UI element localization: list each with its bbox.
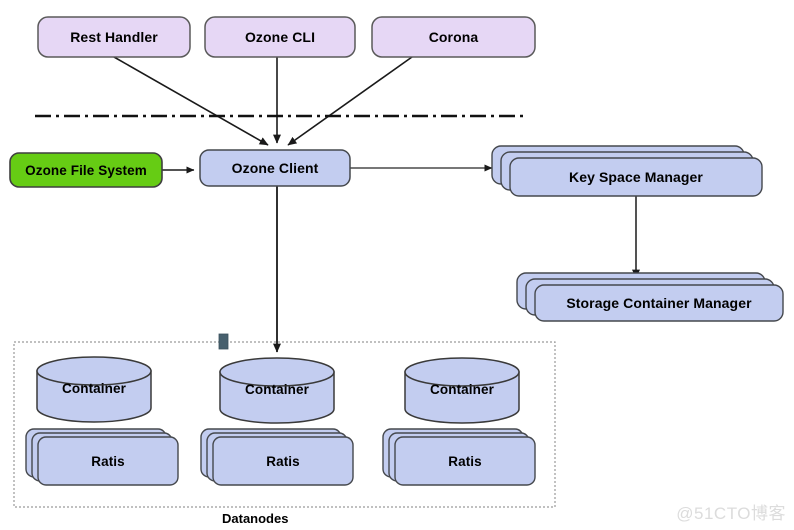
datanodes-group-caption: Datanodes bbox=[222, 511, 289, 526]
watermark: @51CTO博客 bbox=[676, 504, 786, 523]
resize-handle[interactable] bbox=[218, 333, 229, 350]
node-ratis-2-shape[interactable] bbox=[200, 428, 354, 486]
node-rest-handler-shape[interactable] bbox=[37, 16, 191, 58]
node-ozone-file-system-shape[interactable] bbox=[9, 152, 163, 188]
shape-layer bbox=[9, 16, 784, 508]
node-container-2-shape[interactable] bbox=[219, 357, 335, 424]
diagram-canvas: Rest Handler Ozone CLI Corona Ozone File… bbox=[0, 0, 794, 530]
node-container-1-shape[interactable] bbox=[36, 356, 152, 423]
node-key-space-manager-shape[interactable] bbox=[491, 145, 763, 197]
node-container-3-shape[interactable] bbox=[404, 357, 520, 424]
node-storage-container-manager-shape[interactable] bbox=[516, 272, 784, 322]
node-ratis-1-shape[interactable] bbox=[25, 428, 179, 486]
node-ratis-3-shape[interactable] bbox=[382, 428, 536, 486]
node-corona-shape[interactable] bbox=[371, 16, 536, 58]
node-ozone-client-shape[interactable] bbox=[199, 149, 351, 187]
node-ozone-cli-shape[interactable] bbox=[204, 16, 356, 58]
